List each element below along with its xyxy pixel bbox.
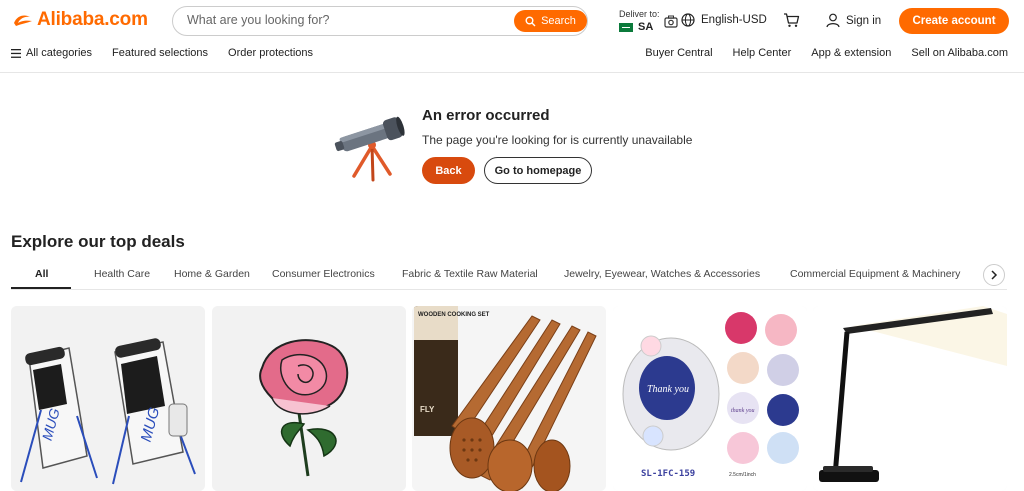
rose-patch-image [212,306,406,491]
error-title: An error occurred [422,107,550,124]
help-center-link[interactable]: Help Center [733,47,792,59]
logo-text: Alibaba.com [37,9,148,30]
sticker-code: SL-1FC-159 [641,469,695,479]
roll-text: Thank you [647,384,689,395]
sell-on-alibaba-link[interactable]: Sell on Alibaba.com [911,47,1008,59]
go-to-homepage-button[interactable]: Go to homepage [484,157,592,184]
search-icon [525,16,536,26]
language-selector[interactable]: English-USD [681,13,767,27]
camera-search-icon[interactable] [664,15,678,28]
buyer-central-link[interactable]: Buyer Central [645,47,712,59]
deliver-to-label: Deliver to: [619,9,660,19]
header: Alibaba.com Search Deliver to: SA [0,0,1024,42]
sign-in-label: Sign in [846,14,882,27]
back-button[interactable]: Back [422,157,475,184]
product-card-thank-you-stickers[interactable]: Thank you SL-1FC-159 thank you 2.5cm/1in… [613,306,807,491]
tab-health-care[interactable]: Health Care [94,268,150,280]
deals-title: Explore our top deals [11,232,185,251]
menu-icon [11,48,21,58]
box-label: WOODEN COOKING SET [418,312,490,318]
telescope-illustration [334,116,405,182]
search-input[interactable] [187,13,477,27]
product-card-desk-lamp[interactable] [813,306,1007,491]
tab-jewelry-eyewear[interactable]: Jewelry, Eyewear, Watches & Accessories [564,268,760,280]
small-sticker-text: thank you [731,408,755,414]
error-message: The page you're looking for is currently… [422,133,693,147]
deliver-country: SA [638,21,654,33]
desk-lamp-image [813,306,1007,491]
app-extension-link[interactable]: App & extension [811,47,891,59]
user-icon [826,13,840,28]
box-brand: FLY [420,405,435,414]
tab-commercial-equipment[interactable]: Commercial Equipment & Machinery [790,268,960,280]
globe-icon [681,13,695,27]
product-card-golf-bags[interactable]: MUG MUG [11,306,205,491]
thank-you-stickers-image: Thank you SL-1FC-159 thank you 2.5cm/1in… [613,306,807,491]
search-button[interactable]: Search [514,10,587,32]
product-card-wooden-spoons[interactable]: WOODEN COOKING SET FLY [412,306,606,491]
category-nav: All categories Featured selections Order… [0,42,1024,73]
create-account-button[interactable]: Create account [899,8,1009,34]
saudi-flag-icon [619,22,633,32]
tab-fabric-textile[interactable]: Fabric & Textile Raw Material [402,268,538,280]
all-categories-label: All categories [26,47,93,59]
search-bar: Search [172,6,678,36]
chevron-right-icon [991,270,998,280]
tabs-next-button[interactable] [983,264,1005,286]
all-categories-menu[interactable]: All categories [11,47,92,59]
tab-home-garden[interactable]: Home & Garden [174,268,250,280]
golf-bag-image: MUG MUG [11,306,205,491]
wooden-spoons-image: WOODEN COOKING SET FLY [412,306,606,491]
active-tab-indicator [11,287,71,289]
alibaba-logo[interactable]: Alibaba.com [12,9,148,31]
cart-icon[interactable] [783,12,800,28]
deliver-to[interactable]: Deliver to: SA [619,8,660,33]
featured-selections-link[interactable]: Featured selections [112,47,208,59]
sticker-size: 2.5cm/1inch [729,472,756,478]
category-tabs: All Health Care Home & Garden Consumer E… [11,262,1007,290]
tab-all[interactable]: All [35,268,48,280]
order-protections-link[interactable]: Order protections [228,47,313,59]
tab-consumer-electronics[interactable]: Consumer Electronics [272,268,375,280]
sign-in-link[interactable]: Sign in [826,13,881,28]
language-label: English-USD [701,14,767,26]
search-button-label: Search [541,15,576,27]
product-card-rose-patch[interactable] [212,306,406,491]
alibaba-logo-icon [14,15,32,26]
